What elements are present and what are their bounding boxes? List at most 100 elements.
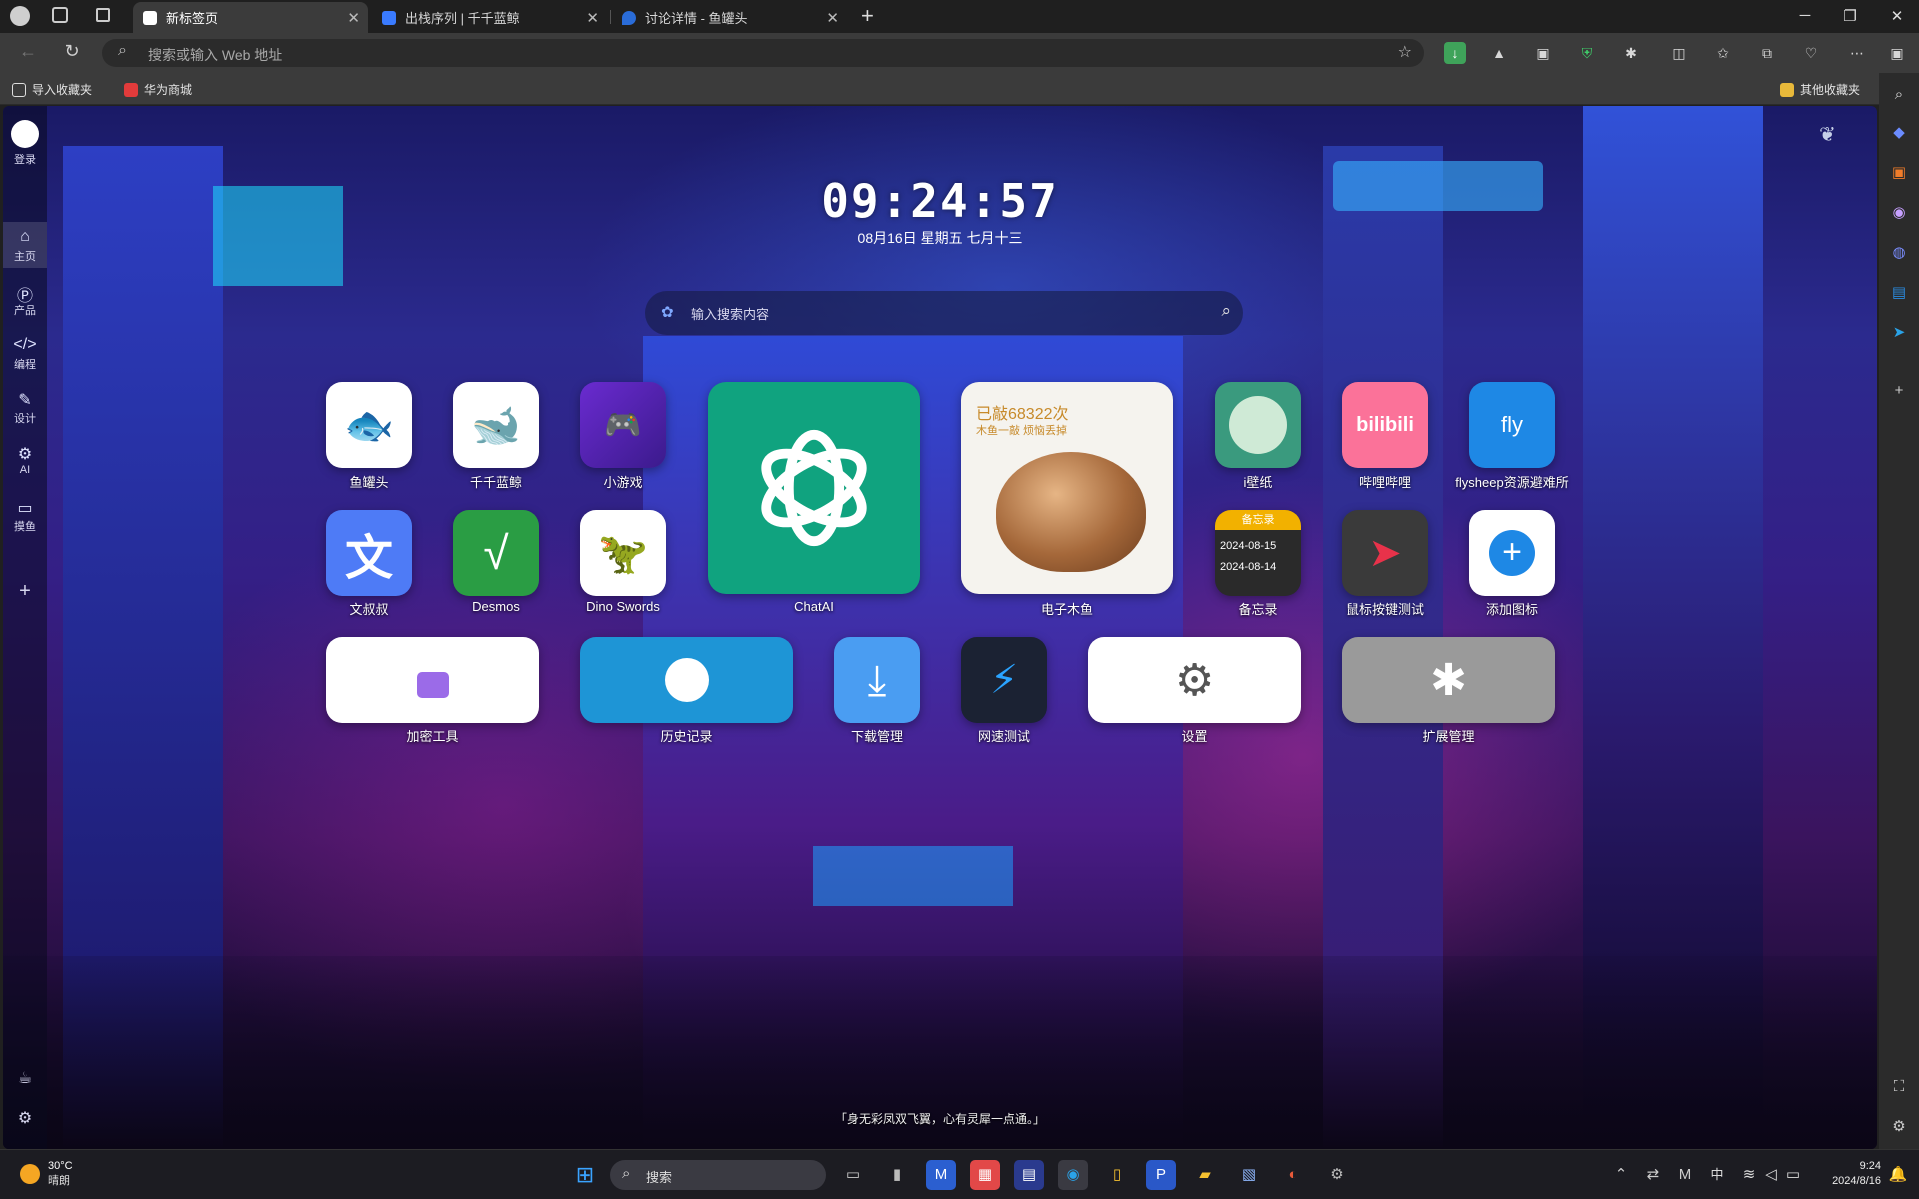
- toolbox-icon[interactable]: ▣: [1887, 161, 1911, 185]
- tag-icon[interactable]: ◆: [1887, 121, 1911, 145]
- new-tab-button[interactable]: +: [861, 3, 874, 29]
- address-bar[interactable]: ⌕ 搜索或输入 Web 地址 ☆: [102, 39, 1424, 67]
- profile-avatar[interactable]: [10, 6, 30, 26]
- app-muyu[interactable]: 已敲68322次 木鱼一敲 烦恼丢掉: [961, 382, 1173, 594]
- app-yuguantou[interactable]: 🐟: [326, 382, 412, 468]
- vertical-tabs-icon[interactable]: [96, 8, 110, 22]
- app-icon[interactable]: ▯: [1102, 1160, 1132, 1190]
- back-button[interactable]: ←: [16, 41, 40, 62]
- app-extensions[interactable]: ✱: [1342, 637, 1555, 723]
- app-dino[interactable]: 🦖: [580, 510, 666, 596]
- ime-indicator[interactable]: 中: [1702, 1160, 1732, 1190]
- app-label: 电子木鱼: [1040, 602, 1093, 617]
- send-icon[interactable]: ➤: [1887, 321, 1911, 345]
- triangle-ext-icon[interactable]: ▲: [1488, 42, 1510, 64]
- tab-new-tab[interactable]: 新标签页 ✕: [133, 2, 368, 33]
- app-qianqian[interactable]: 🐋: [453, 382, 539, 468]
- favorite-star-icon[interactable]: ☆: [1398, 42, 1412, 62]
- app-icon[interactable]: ▧: [1234, 1160, 1264, 1190]
- close-window-button[interactable]: ✕: [1887, 7, 1907, 25]
- app-icon[interactable]: P: [1146, 1160, 1176, 1190]
- file-explorer-icon[interactable]: ▰: [1190, 1160, 1220, 1190]
- app-icon[interactable]: M: [926, 1160, 956, 1190]
- games-icon[interactable]: ◉: [1887, 201, 1911, 225]
- app-icon[interactable]: ◐: [1278, 1160, 1308, 1190]
- app-bilibili[interactable]: bilibili: [1342, 382, 1428, 468]
- app-speedtest[interactable]: ⚡: [961, 637, 1047, 723]
- app-history[interactable]: [580, 637, 793, 723]
- restore-button[interactable]: ❐: [1840, 7, 1860, 25]
- app-ibizhi[interactable]: [1215, 382, 1301, 468]
- taskbar-search[interactable]: ⌕ 搜索: [610, 1160, 826, 1190]
- app-label: 扩展管理: [1422, 729, 1475, 744]
- more-options-icon[interactable]: ⋯: [1846, 42, 1868, 64]
- sidebar-item-moyu[interactable]: ▭ 摸鱼: [3, 498, 47, 534]
- app-wenshushu[interactable]: 文: [326, 510, 412, 596]
- start-button[interactable]: ⊞: [570, 1160, 600, 1190]
- favorites-icon[interactable]: ✩: [1712, 42, 1734, 64]
- coffee-icon[interactable]: ☕: [3, 1068, 47, 1088]
- app-mouse-test[interactable]: ➤: [1342, 510, 1428, 596]
- close-tab-icon[interactable]: ✕: [347, 9, 360, 27]
- search-engine-icon[interactable]: ✿: [661, 303, 674, 321]
- app-icon[interactable]: ▦: [970, 1160, 1000, 1190]
- browser-essentials-icon[interactable]: ♡: [1800, 42, 1822, 64]
- download-ext-icon[interactable]: ↓: [1444, 42, 1466, 64]
- bookmark-huawei[interactable]: 华为商城: [124, 81, 192, 98]
- game-ext-icon[interactable]: ▣: [1532, 42, 1554, 64]
- app-download[interactable]: ⤓: [834, 637, 920, 723]
- battery-icon[interactable]: ▭: [1778, 1160, 1808, 1190]
- app-memo[interactable]: 备忘录 2024-08-15 2024-08-14: [1215, 510, 1301, 596]
- search-icon[interactable]: ⌕: [1887, 83, 1911, 107]
- screenshot-icon[interactable]: ⛶: [1887, 1075, 1911, 1099]
- close-tab-icon[interactable]: ✕: [826, 9, 839, 27]
- add-sidebar-app-icon[interactable]: +: [1887, 379, 1911, 403]
- sidebar-item-design[interactable]: ✎ 设计: [3, 390, 47, 426]
- minimize-button[interactable]: ─: [1795, 7, 1815, 24]
- search-icon[interactable]: ⌕: [1221, 301, 1231, 321]
- extensions-icon[interactable]: ✱: [1620, 42, 1642, 64]
- tray-icon[interactable]: ⇄: [1638, 1160, 1668, 1190]
- workspaces-icon[interactable]: [52, 7, 68, 23]
- leaf-icon[interactable]: ❦: [1819, 122, 1836, 147]
- bookmark-other[interactable]: 其他收藏夹: [1780, 81, 1860, 98]
- app-add-icon[interactable]: +: [1469, 510, 1555, 596]
- app-icon[interactable]: ▮: [882, 1160, 912, 1190]
- sidebar-item-products[interactable]: Ⓟ 产品: [3, 282, 47, 318]
- app-encrypt[interactable]: [326, 637, 539, 723]
- app-settings[interactable]: ⚙: [1088, 637, 1301, 723]
- tray-icon[interactable]: M: [1670, 1160, 1700, 1190]
- sidebar-item-label: 主页: [14, 251, 36, 263]
- sidebar-settings-icon[interactable]: ⚙: [1887, 1115, 1911, 1139]
- search-icon: ⌕: [622, 1165, 631, 1182]
- outlook-icon[interactable]: ▤: [1887, 281, 1911, 305]
- settings-icon[interactable]: ⚙: [1322, 1160, 1352, 1190]
- task-view-icon[interactable]: ▭: [838, 1160, 868, 1190]
- sidebar-toggle-icon[interactable]: ▣: [1886, 42, 1908, 64]
- tab-discussion[interactable]: 讨论详情 - 鱼罐头 ✕: [612, 2, 847, 33]
- login-button[interactable]: 登录: [3, 120, 47, 167]
- add-category-button[interactable]: +: [3, 580, 47, 603]
- split-screen-icon[interactable]: ◫: [1668, 42, 1690, 64]
- app-flysheep[interactable]: fly: [1469, 382, 1555, 468]
- copilot-icon[interactable]: ◍: [1887, 241, 1911, 265]
- collections-icon[interactable]: ⧉: [1756, 42, 1778, 64]
- shield-ext-icon[interactable]: ⛨: [1576, 42, 1598, 64]
- show-hidden-icons[interactable]: ⌃: [1606, 1160, 1636, 1190]
- search-box[interactable]: ✿ 输入搜索内容 ⌕: [645, 291, 1243, 335]
- sidebar-item-code[interactable]: </> 编程: [3, 336, 47, 372]
- app-label: 鱼罐头: [349, 475, 389, 490]
- app-games[interactable]: 🎮: [580, 382, 666, 468]
- sidebar-item-ai[interactable]: ⚙ AI: [3, 444, 47, 476]
- tab-stack-sequence[interactable]: 出栈序列 | 千千蓝鲸 ✕: [372, 2, 607, 33]
- weather-widget[interactable]: 30°C 晴朗: [20, 1160, 73, 1188]
- app-desmos[interactable]: √: [453, 510, 539, 596]
- close-tab-icon[interactable]: ✕: [586, 9, 599, 27]
- taskbar-clock[interactable]: 9:24 2024/8/16: [1815, 1160, 1881, 1187]
- app-chatai[interactable]: [708, 382, 920, 594]
- bookmark-import[interactable]: 导入收藏夹: [12, 81, 92, 98]
- notification-bell-icon[interactable]: 🔔: [1886, 1160, 1910, 1190]
- edge-browser-icon[interactable]: ◉: [1058, 1160, 1088, 1190]
- refresh-button[interactable]: ↻: [60, 41, 84, 62]
- app-icon[interactable]: ▤: [1014, 1160, 1044, 1190]
